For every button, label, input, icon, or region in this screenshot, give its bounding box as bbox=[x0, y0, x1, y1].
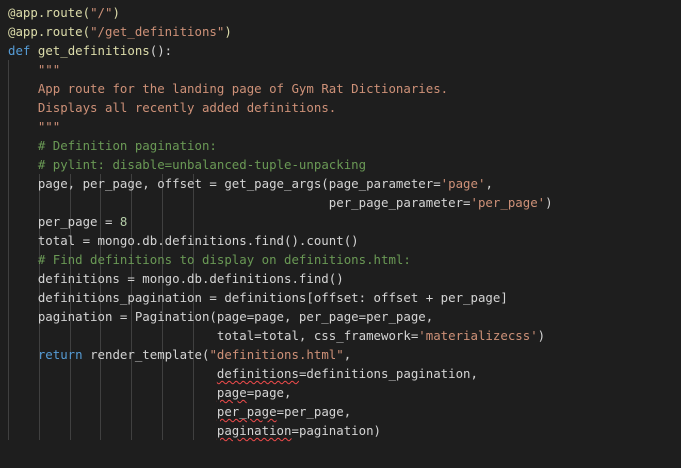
code-token: get_definitions bbox=[37, 43, 150, 58]
code-line[interactable]: pagination=pagination) bbox=[8, 421, 381, 440]
code-line[interactable]: definitions=definitions_pagination, bbox=[8, 364, 478, 383]
code-line[interactable]: pagination = Pagination(page=page, per_p… bbox=[8, 307, 433, 326]
code-token: pagination = Pagination(page=page, per_p… bbox=[8, 309, 434, 324]
code-line[interactable]: """ bbox=[8, 117, 60, 136]
code-line[interactable]: definitions = mongo.db.definitions.find(… bbox=[8, 269, 344, 288]
code-token: ) bbox=[545, 195, 553, 210]
code-line[interactable]: page, per_page, offset = get_page_args(p… bbox=[8, 174, 493, 193]
code-token: =per_page, bbox=[276, 404, 352, 419]
code-token-warning: definitions bbox=[216, 366, 299, 381]
code-line[interactable]: Displays all recently added definitions. bbox=[8, 98, 336, 117]
code-token: definitions = mongo.db.definitions.find(… bbox=[8, 271, 344, 286]
code-line[interactable]: App route for the landing page of Gym Ra… bbox=[8, 79, 448, 98]
code-token-warning: per_page bbox=[216, 404, 277, 419]
code-token: 'per_page' bbox=[470, 195, 546, 210]
code-line[interactable]: per_page = 8 bbox=[8, 212, 128, 231]
code-token: =pagination) bbox=[291, 423, 382, 438]
code-line[interactable]: per_page=per_page, bbox=[8, 402, 351, 421]
code-token: Displays all recently added definitions. bbox=[37, 100, 337, 115]
code-line[interactable]: page=page, bbox=[8, 383, 292, 402]
code-token: 'page' bbox=[440, 176, 486, 191]
code-token: def bbox=[8, 43, 31, 58]
code-token: # Find definitions to display on definit… bbox=[37, 252, 411, 267]
code-token: total = mongo.db.definitions.find().coun… bbox=[8, 233, 359, 248]
code-line[interactable]: # Find definitions to display on definit… bbox=[8, 250, 411, 269]
code-token: , bbox=[343, 347, 352, 362]
code-token: total=total, css_framework= bbox=[8, 328, 419, 343]
code-token: """ bbox=[37, 119, 61, 134]
code-token: ) bbox=[112, 5, 120, 20]
code-line[interactable]: definitions_pagination = definitions[off… bbox=[8, 288, 508, 307]
code-token: ) bbox=[537, 328, 546, 343]
code-line[interactable]: @app.route("/") bbox=[8, 3, 120, 22]
code-token: "/get_definitions" bbox=[90, 24, 225, 39]
code-token: =page, bbox=[246, 385, 292, 400]
code-editor[interactable]: @app.route("/") @app.route("/get_definiti… bbox=[0, 0, 681, 468]
code-token: """ bbox=[37, 62, 61, 77]
code-token: ) bbox=[224, 24, 232, 39]
code-token: 8 bbox=[119, 214, 128, 229]
code-token-warning: page bbox=[216, 385, 247, 400]
code-token: per_page_parameter= bbox=[8, 195, 471, 210]
code-token: App route for the landing page of Gym Ra… bbox=[37, 81, 449, 96]
code-token: @app.route( bbox=[8, 5, 91, 20]
code-token: @app.route( bbox=[8, 24, 91, 39]
code-token-warning: pagination bbox=[216, 423, 292, 438]
code-token: "definitions.html" bbox=[209, 347, 344, 362]
code-token: render_template( bbox=[82, 347, 210, 362]
code-token: page, per_page, offset = get_page_args(p… bbox=[8, 176, 441, 191]
code-line[interactable]: per_page_parameter='per_page') bbox=[8, 193, 553, 212]
code-token: 'materializecss' bbox=[418, 328, 538, 343]
code-token: "/" bbox=[90, 5, 113, 20]
code-token: per_page = bbox=[8, 214, 120, 229]
code-line[interactable]: def get_definitions(): bbox=[8, 41, 172, 60]
code-token: return bbox=[37, 347, 83, 362]
code-line[interactable]: """ bbox=[8, 60, 60, 79]
code-token: , bbox=[485, 176, 493, 191]
code-line[interactable]: return render_template("definitions.html… bbox=[8, 345, 351, 364]
code-line[interactable]: # pylint: disable=unbalanced-tuple-unpac… bbox=[8, 155, 366, 174]
code-token: definitions_pagination = definitions[off… bbox=[8, 290, 508, 305]
code-line[interactable]: total = mongo.db.definitions.find().coun… bbox=[8, 231, 359, 250]
code-token: (): bbox=[149, 43, 173, 58]
code-token: # Definition pagination: bbox=[37, 138, 217, 153]
code-line[interactable]: @app.route("/get_definitions") bbox=[8, 22, 232, 41]
code-line[interactable]: # Definition pagination: bbox=[8, 136, 217, 155]
code-token: # pylint: disable=unbalanced-tuple-unpac… bbox=[37, 157, 367, 172]
code-line[interactable]: total=total, css_framework='materializec… bbox=[8, 326, 545, 345]
code-token: =definitions_pagination, bbox=[298, 366, 478, 381]
